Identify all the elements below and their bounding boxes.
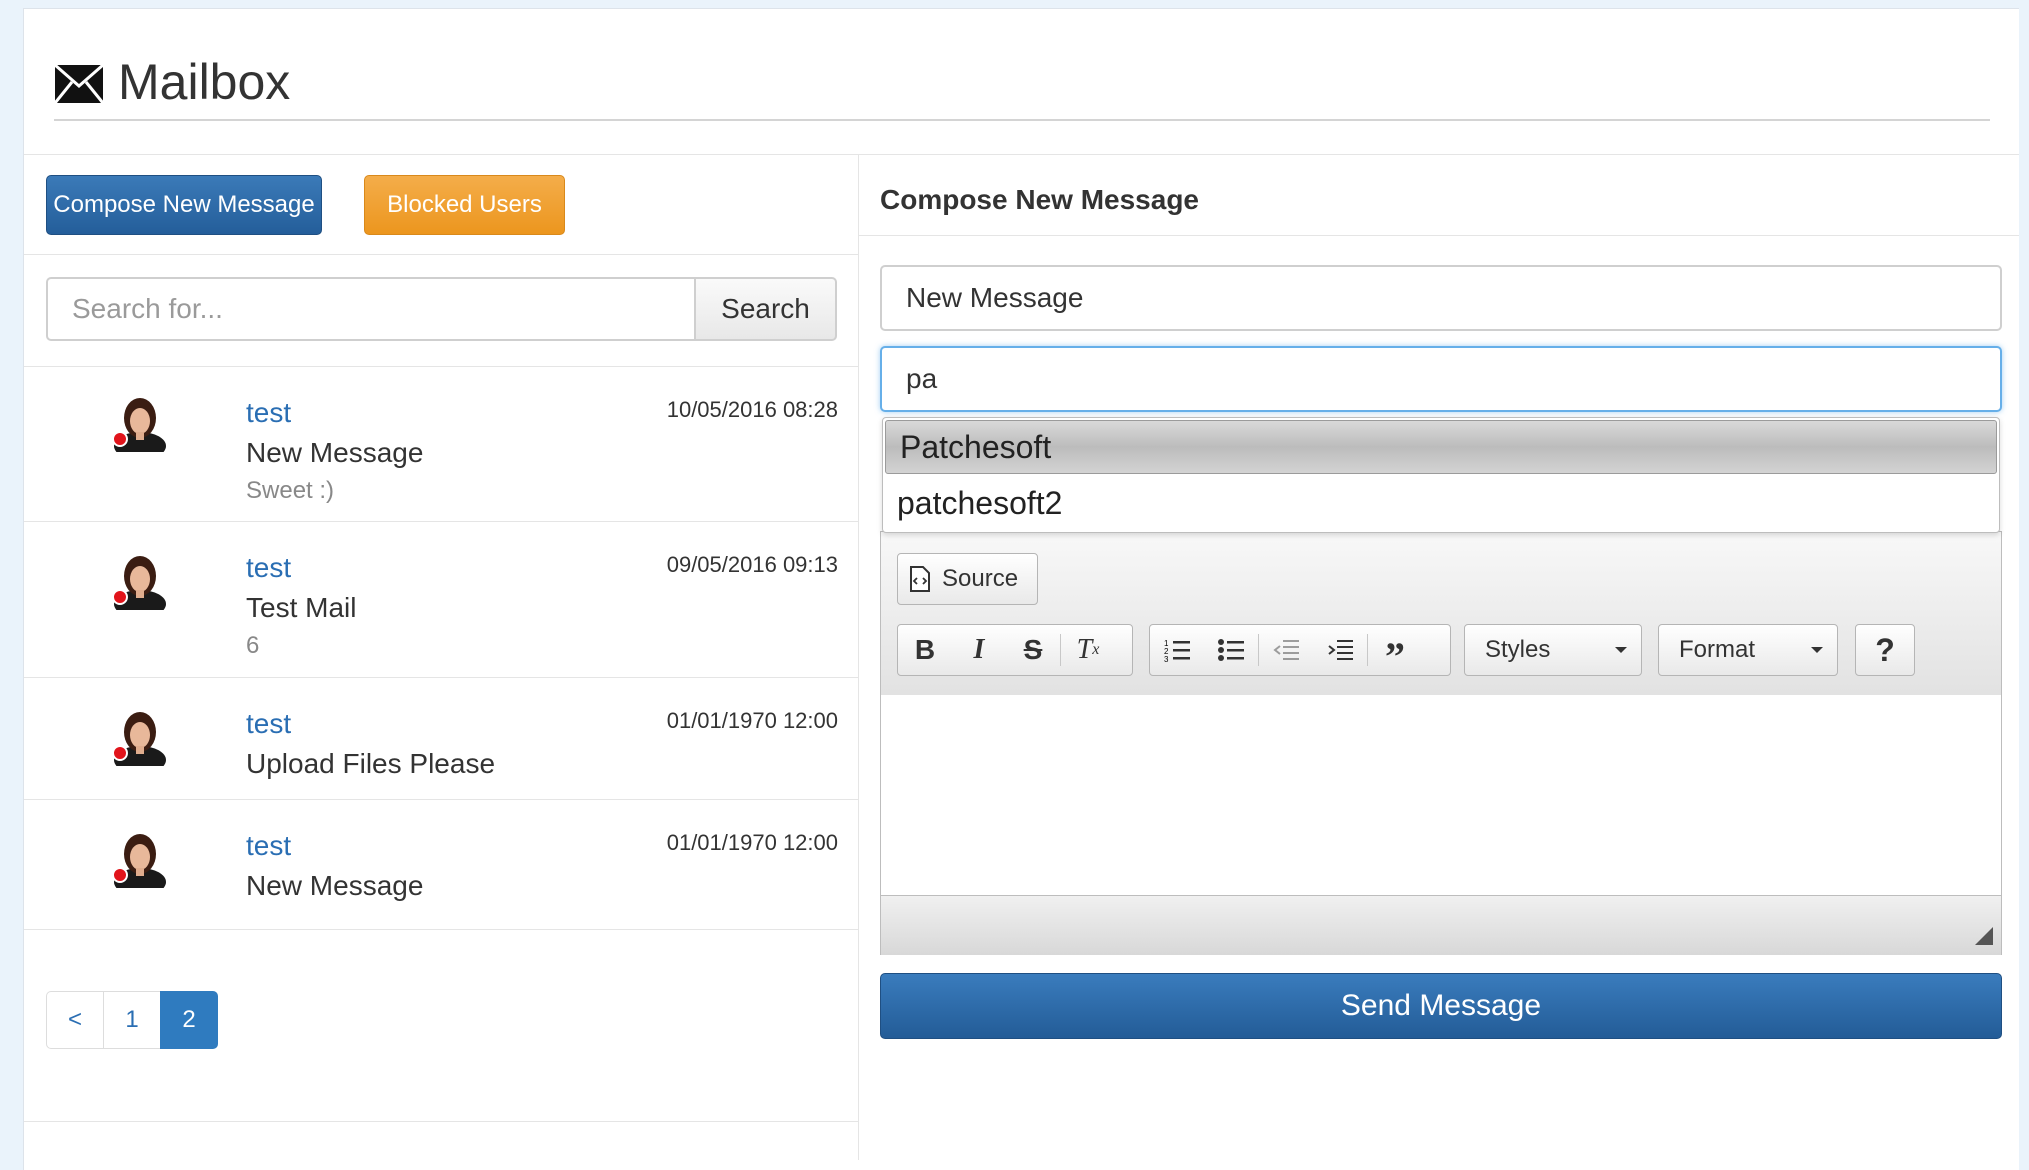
styles-label: Styles	[1485, 636, 1551, 663]
message-date: 01/01/1970 12:00	[666, 708, 838, 733]
message-subject[interactable]: Test Mail	[246, 592, 356, 624]
compose-new-message-button[interactable]: Compose New Message	[46, 175, 322, 235]
search-bar: Search	[46, 277, 837, 343]
divider	[24, 1121, 858, 1122]
help-icon: ?	[1875, 631, 1895, 668]
message-row[interactable]: test New Message Sweet :) 10/05/2016 08:…	[24, 367, 858, 522]
search-input[interactable]	[46, 277, 696, 341]
search-button[interactable]: Search	[696, 277, 837, 341]
autocomplete-option[interactable]: patchesoft2	[883, 476, 1999, 530]
message-preview: Sweet :)	[246, 477, 335, 504]
format-label: Format	[1679, 636, 1756, 663]
message-row[interactable]: test Upload Files Please 01/01/1970 12:0…	[24, 678, 858, 800]
message-sender[interactable]: test	[246, 830, 291, 862]
decrease-indent-icon[interactable]	[1259, 625, 1313, 675]
autocomplete-dropdown: Patchesoft patchesoft2	[882, 417, 2000, 533]
paragraph-group: 123 ”	[1149, 624, 1451, 677]
blocked-users-button[interactable]: Blocked Users	[364, 175, 565, 235]
message-sender[interactable]: test	[246, 397, 291, 429]
editor-content-area[interactable]	[881, 695, 2001, 895]
chevron-down-icon	[1615, 647, 1627, 653]
strikethrough-icon[interactable]: S	[1006, 625, 1060, 675]
editor-statusbar	[881, 895, 2001, 955]
svg-text:3: 3	[1164, 655, 1169, 662]
divider	[24, 254, 858, 255]
remove-format-icon[interactable]: Tx	[1061, 625, 1115, 675]
unread-status-dot	[112, 867, 128, 883]
rich-text-editor: Source B I S Tx 123 ” Styles Format ?	[880, 531, 2002, 955]
divider	[859, 235, 2019, 236]
autocomplete-option[interactable]: Patchesoft	[885, 420, 1997, 474]
chevron-down-icon	[1811, 647, 1823, 653]
format-dropdown[interactable]: Format	[1658, 624, 1838, 676]
pagination-page-2[interactable]: 2	[160, 991, 218, 1049]
resize-handle-icon[interactable]	[1975, 927, 1993, 945]
message-row[interactable]: test New Message 01/01/1970 12:00	[24, 800, 858, 930]
increase-indent-icon[interactable]	[1313, 625, 1367, 675]
compose-panel-title: Compose New Message	[880, 184, 1199, 215]
subject-field-value: New Message	[906, 282, 1084, 313]
page-title: Mailbox	[118, 54, 291, 110]
source-button[interactable]: Source	[897, 553, 1038, 605]
blockquote-icon[interactable]: ”	[1368, 625, 1422, 677]
message-date: 10/05/2016 08:28	[666, 397, 838, 422]
message-subject[interactable]: Upload Files Please	[246, 748, 495, 780]
bold-icon[interactable]: B	[898, 625, 952, 675]
recipient-field-value: pa	[906, 363, 938, 394]
message-row[interactable]: test Test Mail 6 09/05/2016 09:13	[24, 522, 858, 678]
source-label: Source	[942, 565, 1019, 592]
unread-status-dot	[112, 745, 128, 761]
unread-status-dot	[112, 589, 128, 605]
unread-status-dot	[112, 431, 128, 447]
envelope-icon	[53, 63, 105, 109]
message-sender[interactable]: test	[246, 708, 291, 740]
help-button[interactable]: ?	[1855, 624, 1915, 676]
mailbox-panel: Mailbox Compose New Message Blocked User…	[23, 8, 2019, 1170]
pagination-page-1[interactable]: 1	[103, 991, 161, 1049]
divider	[24, 154, 2019, 155]
send-message-button[interactable]: Send Message	[880, 973, 2002, 1039]
italic-icon[interactable]: I	[952, 625, 1006, 675]
message-subject[interactable]: New Message	[246, 870, 423, 902]
styles-dropdown[interactable]: Styles	[1464, 624, 1642, 676]
editor-toolbar: Source B I S Tx 123 ” Styles Format ?	[881, 532, 2001, 696]
page-header: Mailbox	[53, 47, 1990, 121]
pagination-prev[interactable]: <	[46, 991, 104, 1049]
message-date: 01/01/1970 12:00	[666, 830, 838, 855]
message-date: 09/05/2016 09:13	[666, 552, 838, 577]
pagination: < 1 2	[46, 991, 218, 1049]
message-preview: 6	[246, 632, 260, 659]
numbered-list-icon[interactable]: 123	[1150, 625, 1204, 675]
source-icon	[898, 554, 942, 604]
subject-field[interactable]: New Message	[880, 265, 2002, 331]
message-subject[interactable]: New Message	[246, 437, 423, 469]
basic-style-group: B I S Tx	[897, 624, 1133, 676]
column-divider	[858, 155, 859, 1160]
recipient-field[interactable]: pa	[880, 346, 2002, 412]
bulleted-list-icon[interactable]	[1204, 625, 1258, 675]
message-sender[interactable]: test	[246, 552, 291, 584]
